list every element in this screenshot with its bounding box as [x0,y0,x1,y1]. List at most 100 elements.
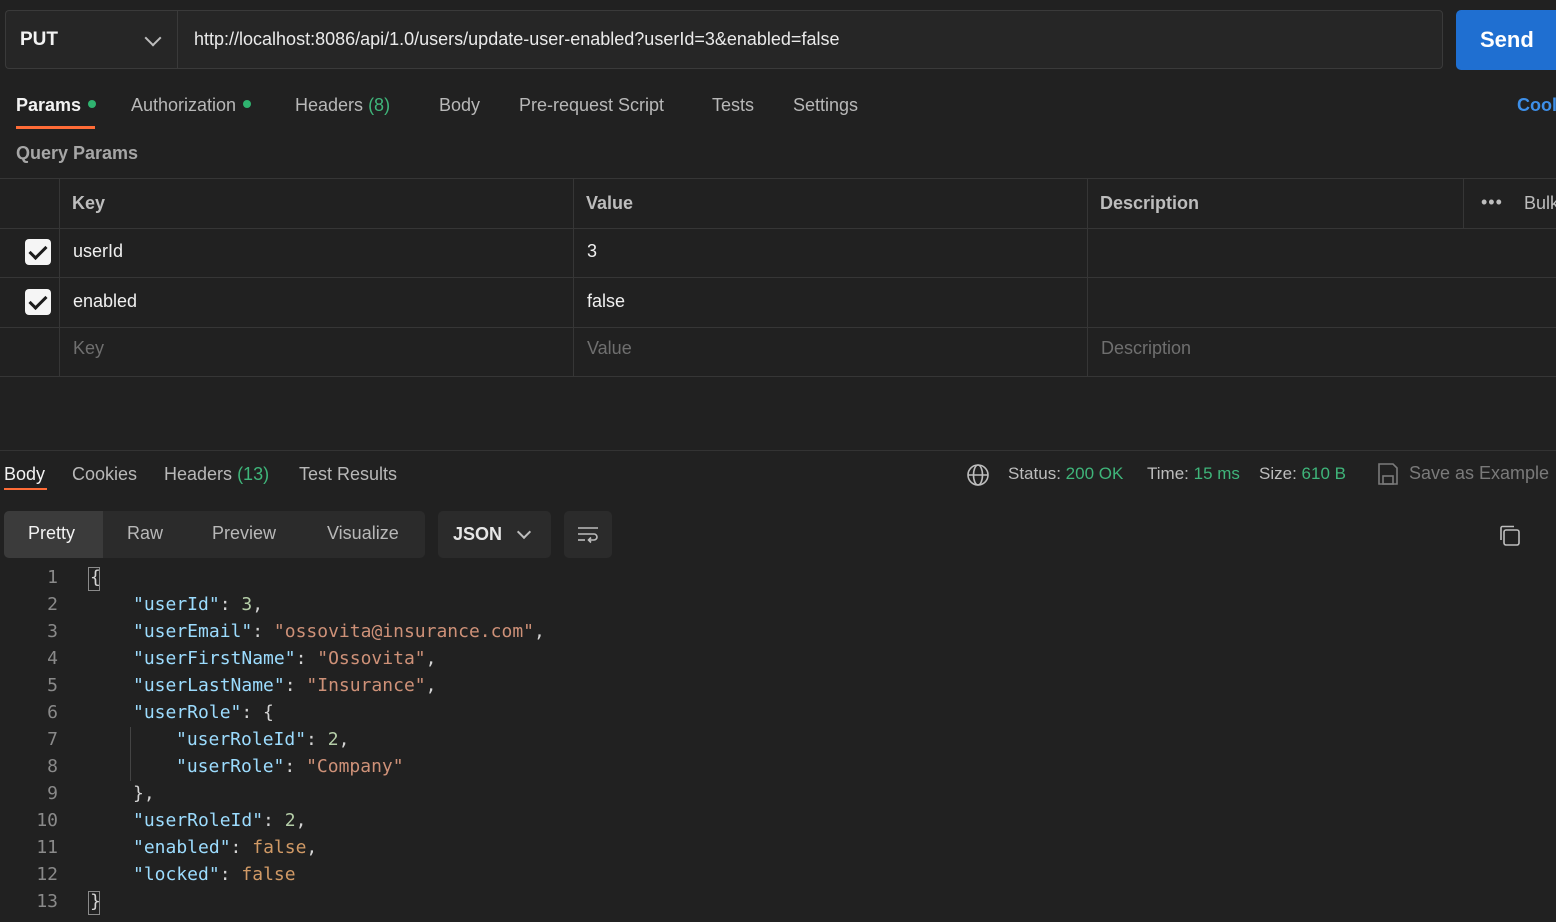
tab-body[interactable]: Body [439,95,480,116]
param-value-userid[interactable]: 3 [587,241,597,262]
wrap-lines-button[interactable] [564,511,612,558]
line-number: 7 [47,729,58,750]
code-line: "userRole": "Company" [176,756,404,777]
code-token: "userEmail" [133,621,253,642]
line-number: 4 [47,648,58,669]
format-pretty[interactable]: Pretty [28,523,75,544]
column-header-description: Description [1100,193,1200,213]
param-checkbox-userid[interactable] [25,239,51,265]
language-label: JSON [453,524,503,544]
code-token: "userRoleId" [176,729,307,750]
code-token: : [284,756,307,777]
format-preview[interactable]: Preview [212,523,276,544]
new-param-description-input[interactable]: Description [1101,338,1191,359]
table-divider [0,178,1556,179]
code-token: : [295,648,318,669]
response-tab-headers[interactable]: Headers (13) [164,464,269,485]
more-options-icon[interactable]: ••• [1481,192,1503,213]
code-token: "userId" [133,594,220,615]
active-response-tab-indicator [4,488,47,490]
line-number: 2 [47,594,58,615]
code-token: } [90,891,101,912]
code-token: : [219,594,242,615]
column-divider [59,178,60,376]
column-divider [573,178,574,376]
code-token: "userLastName" [133,675,285,696]
code-token: 3 [241,594,253,615]
code-line: "userFirstName": "Ossovita", [133,648,436,669]
param-checkbox-enabled[interactable] [25,289,51,315]
code-line: { [90,567,101,588]
code-token: : [306,729,328,750]
code-token: "Ossovita" [317,648,426,669]
new-param-key-input[interactable]: Key [73,338,104,359]
code-line: "userRoleId": 2, [176,729,349,750]
code-line: }, [133,783,155,804]
cookies-link[interactable]: Cool [1517,95,1556,116]
param-value-enabled[interactable]: false [587,291,625,312]
response-tab-cookies[interactable]: Cookies [72,464,137,485]
save-as-example-button[interactable]: Save as Example [1409,463,1549,484]
tab-params[interactable]: Params [16,95,97,116]
globe-icon[interactable] [966,463,990,487]
response-tab-test-results[interactable]: Test Results [299,464,397,485]
code-token: , [295,810,307,831]
active-dot-icon [243,100,252,109]
code-token: : [263,810,285,831]
code-token: "userRole" [176,756,285,777]
tab-authorization[interactable]: Authorization [131,95,252,116]
line-number: 12 [36,864,58,885]
code-token: "locked" [133,864,220,885]
time-indicator[interactable]: Time: 15 ms [1147,464,1240,484]
code-token: : [252,621,274,642]
code-line: "userRole": { [133,702,274,723]
code-line: } [90,891,101,912]
format-visualize[interactable]: Visualize [327,523,399,544]
copy-icon[interactable] [1497,523,1523,549]
code-token: : [230,837,253,858]
code-token: 2 [284,810,296,831]
line-number: 13 [36,891,58,912]
line-number: 10 [36,810,58,831]
param-key-enabled[interactable]: enabled [73,291,137,312]
line-number: 5 [47,675,58,696]
wrap-lines-icon [578,527,598,544]
column-header-key: Key [72,193,106,213]
code-token: "Insurance" [306,675,426,696]
code-token: , [425,675,437,696]
code-token: "Company" [306,756,404,777]
line-number: 6 [47,702,58,723]
tab-settings[interactable]: Settings [793,95,858,116]
code-token: "userFirstName" [133,648,296,669]
code-token: false [252,837,307,858]
code-line: "userEmail": "ossovita@insurance.com", [133,621,545,642]
code-token: "userRoleId" [133,810,264,831]
new-param-value-input[interactable]: Value [587,338,632,359]
code-token: { [90,567,101,588]
code-token: : [284,675,307,696]
format-raw[interactable]: Raw [127,523,163,544]
query-params-title: Query Params [16,143,139,163]
line-number: 1 [47,567,58,588]
tab-headers[interactable]: Headers (8) [295,95,390,116]
code-token: 2 [327,729,339,750]
size-indicator[interactable]: Size: 610 B [1259,464,1346,484]
method-label: PUT [20,29,58,50]
code-token: , [338,729,350,750]
line-number: 3 [47,621,58,642]
status-indicator[interactable]: Status: 200 OK [1008,464,1123,484]
line-number: 11 [36,837,58,858]
send-button[interactable]: Send [1456,10,1556,70]
tab-tests[interactable]: Tests [712,95,754,116]
tab-pre-request-script[interactable]: Pre-request Script [519,95,664,116]
response-tab-body[interactable]: Body [4,464,45,485]
bulk-edit-button[interactable]: Bulk [1524,193,1556,214]
code-token: , [534,621,545,642]
save-icon[interactable] [1377,462,1399,486]
code-line: "enabled": false, [133,837,317,858]
url-text[interactable]: http://localhost:8086/api/1.0/users/upda… [194,29,839,50]
table-divider [0,327,1556,328]
column-divider [1463,178,1464,228]
code-token: , [306,837,318,858]
param-key-userid[interactable]: userId [73,241,123,262]
